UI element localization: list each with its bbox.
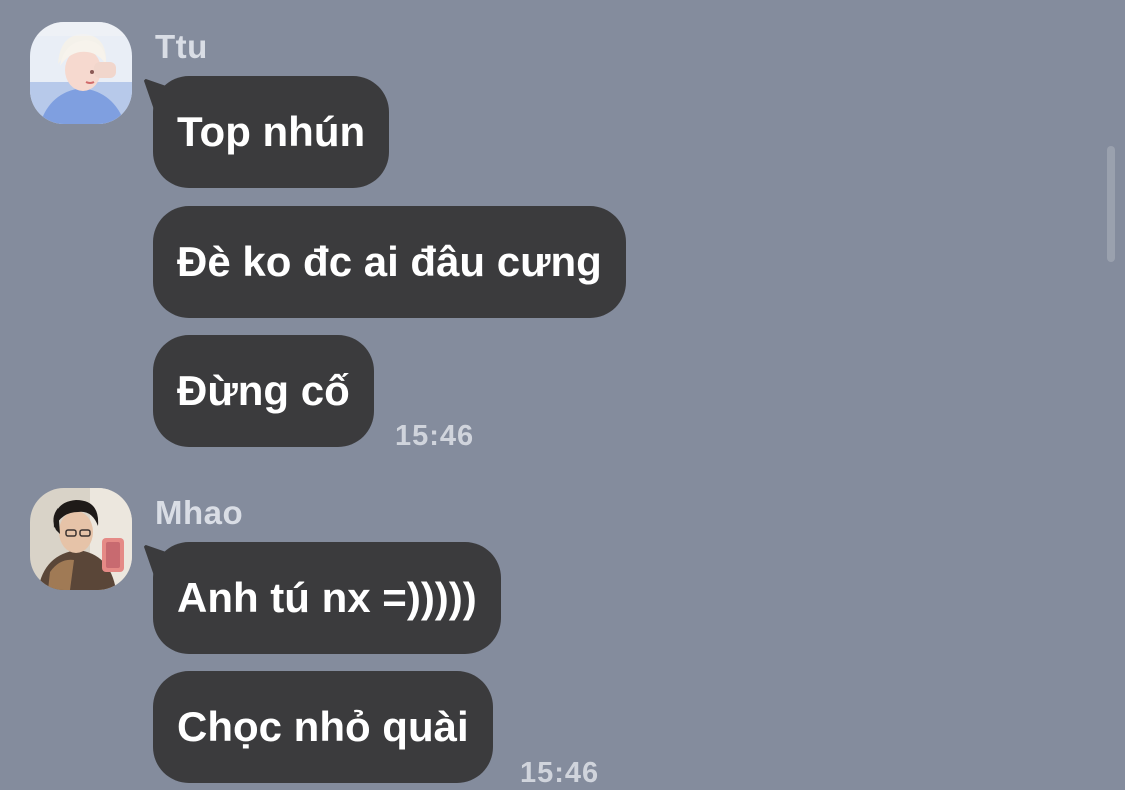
user-avatar-icon (30, 488, 132, 590)
message-text: Đừng cố (177, 367, 350, 414)
message-timestamp: 15:46 (395, 420, 475, 452)
message-bubble[interactable]: Chọc nhỏ quài (153, 671, 493, 783)
user-avatar-icon (30, 22, 132, 124)
sender-name: Mhao (155, 494, 244, 531)
message-timestamp: 15:46 (520, 757, 600, 789)
message-text: Đè ko đc ai đâu cưng (177, 238, 602, 285)
message-bubble[interactable]: Đè ko đc ai đâu cưng (153, 206, 626, 318)
message-text: Anh tú nx =))))) (177, 574, 477, 621)
message-bubble[interactable]: Top nhún (153, 76, 390, 188)
message-bubble[interactable]: Đừng cố (153, 335, 374, 447)
message-text: Chọc nhỏ quài (177, 703, 469, 750)
avatar[interactable] (30, 488, 132, 590)
message-text: Top nhún (177, 108, 366, 155)
scrollbar[interactable] (1107, 146, 1115, 262)
message-bubble[interactable]: Anh tú nx =))))) (153, 542, 501, 654)
avatar[interactable] (30, 22, 132, 124)
sender-name: Ttu (155, 28, 208, 65)
